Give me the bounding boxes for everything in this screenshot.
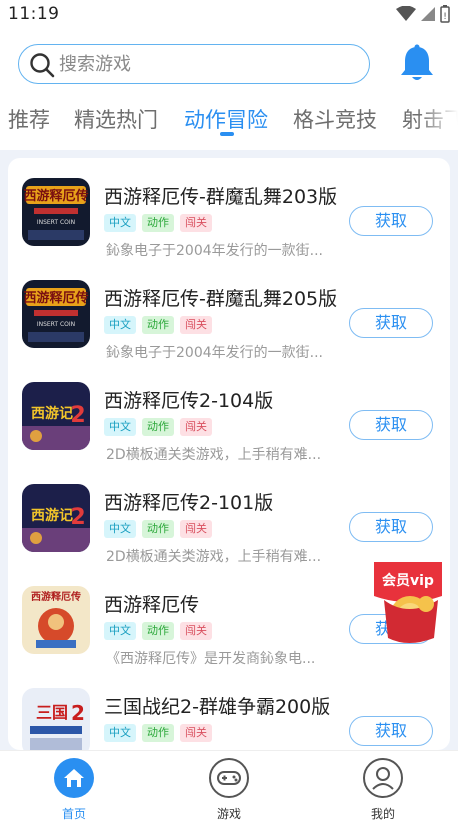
game-thumbnail: 西游记 2 bbox=[22, 382, 90, 450]
tag-action: 动作 bbox=[142, 418, 174, 436]
vip-label: 会员vip bbox=[382, 573, 434, 589]
tabs-fade bbox=[418, 98, 458, 142]
status-time: 11:19 bbox=[8, 4, 60, 24]
tab-hot[interactable]: 精选热门 bbox=[74, 104, 158, 134]
battery-icon: ! bbox=[440, 5, 450, 23]
game-tags: 中文 动作 闯关 bbox=[104, 520, 212, 538]
nav-profile-label: 我的 bbox=[370, 807, 395, 820]
game-title: 三国战纪2-群雄争霸200版 bbox=[104, 696, 331, 718]
game-title: 西游释厄传2-101版 bbox=[104, 492, 274, 514]
bell-icon[interactable] bbox=[398, 43, 436, 83]
tag-chinese: 中文 bbox=[104, 520, 136, 538]
status-icons: ! bbox=[396, 5, 450, 23]
xiyou-cover-icon: 西游释厄传 INSERT COIN bbox=[22, 178, 90, 246]
search-icon bbox=[30, 53, 55, 78]
game-tags: 中文 动作 闯关 bbox=[104, 316, 212, 334]
nav-profile[interactable]: 我的 bbox=[343, 757, 423, 820]
gamepad-icon bbox=[209, 758, 249, 798]
svg-text:西游记: 西游记 bbox=[31, 405, 73, 422]
tag-level: 闯关 bbox=[180, 520, 212, 538]
svg-text:INSERT COIN: INSERT COIN bbox=[37, 321, 75, 328]
tag-action: 动作 bbox=[142, 724, 174, 742]
tab-active-indicator bbox=[220, 132, 234, 136]
game-title: 西游释厄传-群魔乱舞203版 bbox=[104, 186, 338, 208]
game-list: 西游释厄传 INSERT COIN 西游释厄传-群魔乱舞203版 中文 动作 闯… bbox=[8, 158, 450, 750]
tag-action: 动作 bbox=[142, 622, 174, 640]
search-bar[interactable] bbox=[18, 44, 370, 84]
get-button[interactable]: 获取 bbox=[349, 512, 433, 542]
get-button[interactable]: 获取 bbox=[349, 410, 433, 440]
profile-icon bbox=[363, 758, 403, 798]
nav-games[interactable]: 游戏 bbox=[189, 757, 269, 820]
tag-level: 闯关 bbox=[180, 418, 212, 436]
tag-action: 动作 bbox=[142, 214, 174, 232]
game-thumbnail: 西游记 2 bbox=[22, 484, 90, 552]
tag-level: 闯关 bbox=[180, 622, 212, 640]
xiyou2-cover-icon: 西游记 2 bbox=[22, 484, 90, 552]
game-item[interactable]: 西游记 2 西游释厄传2-104版 中文 动作 闯关 2D横板通关类游戏，上手稍… bbox=[8, 370, 450, 472]
get-button[interactable]: 获取 bbox=[349, 308, 433, 338]
svg-text:INSERT COIN: INSERT COIN bbox=[37, 219, 75, 226]
game-title: 西游释厄传-群魔乱舞205版 bbox=[104, 288, 338, 310]
xiyou-cover-icon: 西游释厄传 INSERT COIN bbox=[22, 280, 90, 348]
tab-recommend[interactable]: 推荐 bbox=[8, 104, 50, 134]
game-description: 2D横板通关类游戏，上手稍有难... bbox=[106, 549, 322, 565]
game-thumbnail: 三国 2 bbox=[22, 688, 90, 750]
svg-text:西游记: 西游记 bbox=[31, 507, 73, 524]
svg-text:西游释厄传: 西游释厄传 bbox=[31, 590, 81, 603]
game-title: 西游释厄传2-104版 bbox=[104, 390, 274, 412]
svg-text:!: ! bbox=[443, 12, 447, 22]
get-button[interactable]: 获取 bbox=[349, 206, 433, 236]
sanguo-cover-icon: 三国 2 bbox=[22, 688, 90, 750]
game-tags: 中文 动作 闯关 bbox=[104, 724, 212, 742]
tag-chinese: 中文 bbox=[104, 214, 136, 232]
wifi-icon bbox=[396, 6, 416, 21]
tag-chinese: 中文 bbox=[104, 724, 136, 742]
game-title: 西游释厄传 bbox=[104, 594, 200, 616]
tab-fighting[interactable]: 格斗竞技 bbox=[293, 104, 377, 134]
game-item[interactable]: 西游释厄传 INSERT COIN 西游释厄传-群魔乱舞203版 中文 动作 闯… bbox=[8, 166, 450, 268]
vip-badge[interactable]: 会员vip bbox=[368, 556, 448, 648]
game-item[interactable]: 三国 2 三国战纪2-群雄争霸200版 中文 动作 闯关 获取 bbox=[8, 676, 450, 750]
search-input[interactable] bbox=[59, 51, 359, 77]
xiyou2-cover-icon: 西游记 2 bbox=[22, 382, 90, 450]
svg-text:西游释厄传: 西游释厄传 bbox=[23, 188, 88, 204]
tag-level: 闯关 bbox=[180, 724, 212, 742]
tag-action: 动作 bbox=[142, 520, 174, 538]
game-thumbnail: 西游释厄传 INSERT COIN bbox=[22, 280, 90, 348]
svg-text:2: 2 bbox=[70, 505, 85, 530]
svg-text:2: 2 bbox=[70, 403, 85, 428]
tag-level: 闯关 bbox=[180, 316, 212, 334]
svg-text:2: 2 bbox=[71, 701, 85, 725]
bottom-nav: 首页 游戏 我的 bbox=[0, 750, 458, 820]
game-tags: 中文 动作 闯关 bbox=[104, 214, 212, 232]
tab-action-adventure[interactable]: 动作冒险 bbox=[184, 104, 268, 134]
game-description: 鈊象电子于2004年发行的一款街... bbox=[106, 345, 323, 361]
get-button[interactable]: 获取 bbox=[349, 716, 433, 746]
tag-chinese: 中文 bbox=[104, 316, 136, 334]
game-item[interactable]: 西游释厄传 INSERT COIN 西游释厄传-群魔乱舞205版 中文 动作 闯… bbox=[8, 268, 450, 370]
tag-chinese: 中文 bbox=[104, 622, 136, 640]
svg-text:三国: 三国 bbox=[36, 703, 68, 722]
game-tags: 中文 动作 闯关 bbox=[104, 418, 212, 436]
tag-action: 动作 bbox=[142, 316, 174, 334]
game-tags: 中文 动作 闯关 bbox=[104, 622, 212, 640]
signal-icon bbox=[421, 7, 435, 21]
game-description: 鈊象电子于2004年发行的一款街... bbox=[106, 243, 323, 259]
home-icon bbox=[54, 758, 94, 798]
xiyou-classic-cover-icon: 西游释厄传 bbox=[22, 586, 90, 654]
nav-home[interactable]: 首页 bbox=[34, 757, 114, 820]
nav-home-label: 首页 bbox=[61, 807, 86, 820]
category-tabs: 推荐 精选热门 动作冒险 格斗竞技 射击飞行 bbox=[0, 98, 458, 142]
game-thumbnail: 西游释厄传 bbox=[22, 586, 90, 654]
svg-text:西游释厄传: 西游释厄传 bbox=[23, 290, 88, 306]
nav-games-label: 游戏 bbox=[216, 807, 241, 820]
game-thumbnail: 西游释厄传 INSERT COIN bbox=[22, 178, 90, 246]
status-bar: 11:19 ! bbox=[0, 0, 458, 28]
game-description: 2D横板通关类游戏，上手稍有难... bbox=[106, 447, 322, 463]
tag-chinese: 中文 bbox=[104, 418, 136, 436]
tag-level: 闯关 bbox=[180, 214, 212, 232]
game-description: 《西游释厄传》是开发商鈊象电... bbox=[106, 651, 316, 667]
